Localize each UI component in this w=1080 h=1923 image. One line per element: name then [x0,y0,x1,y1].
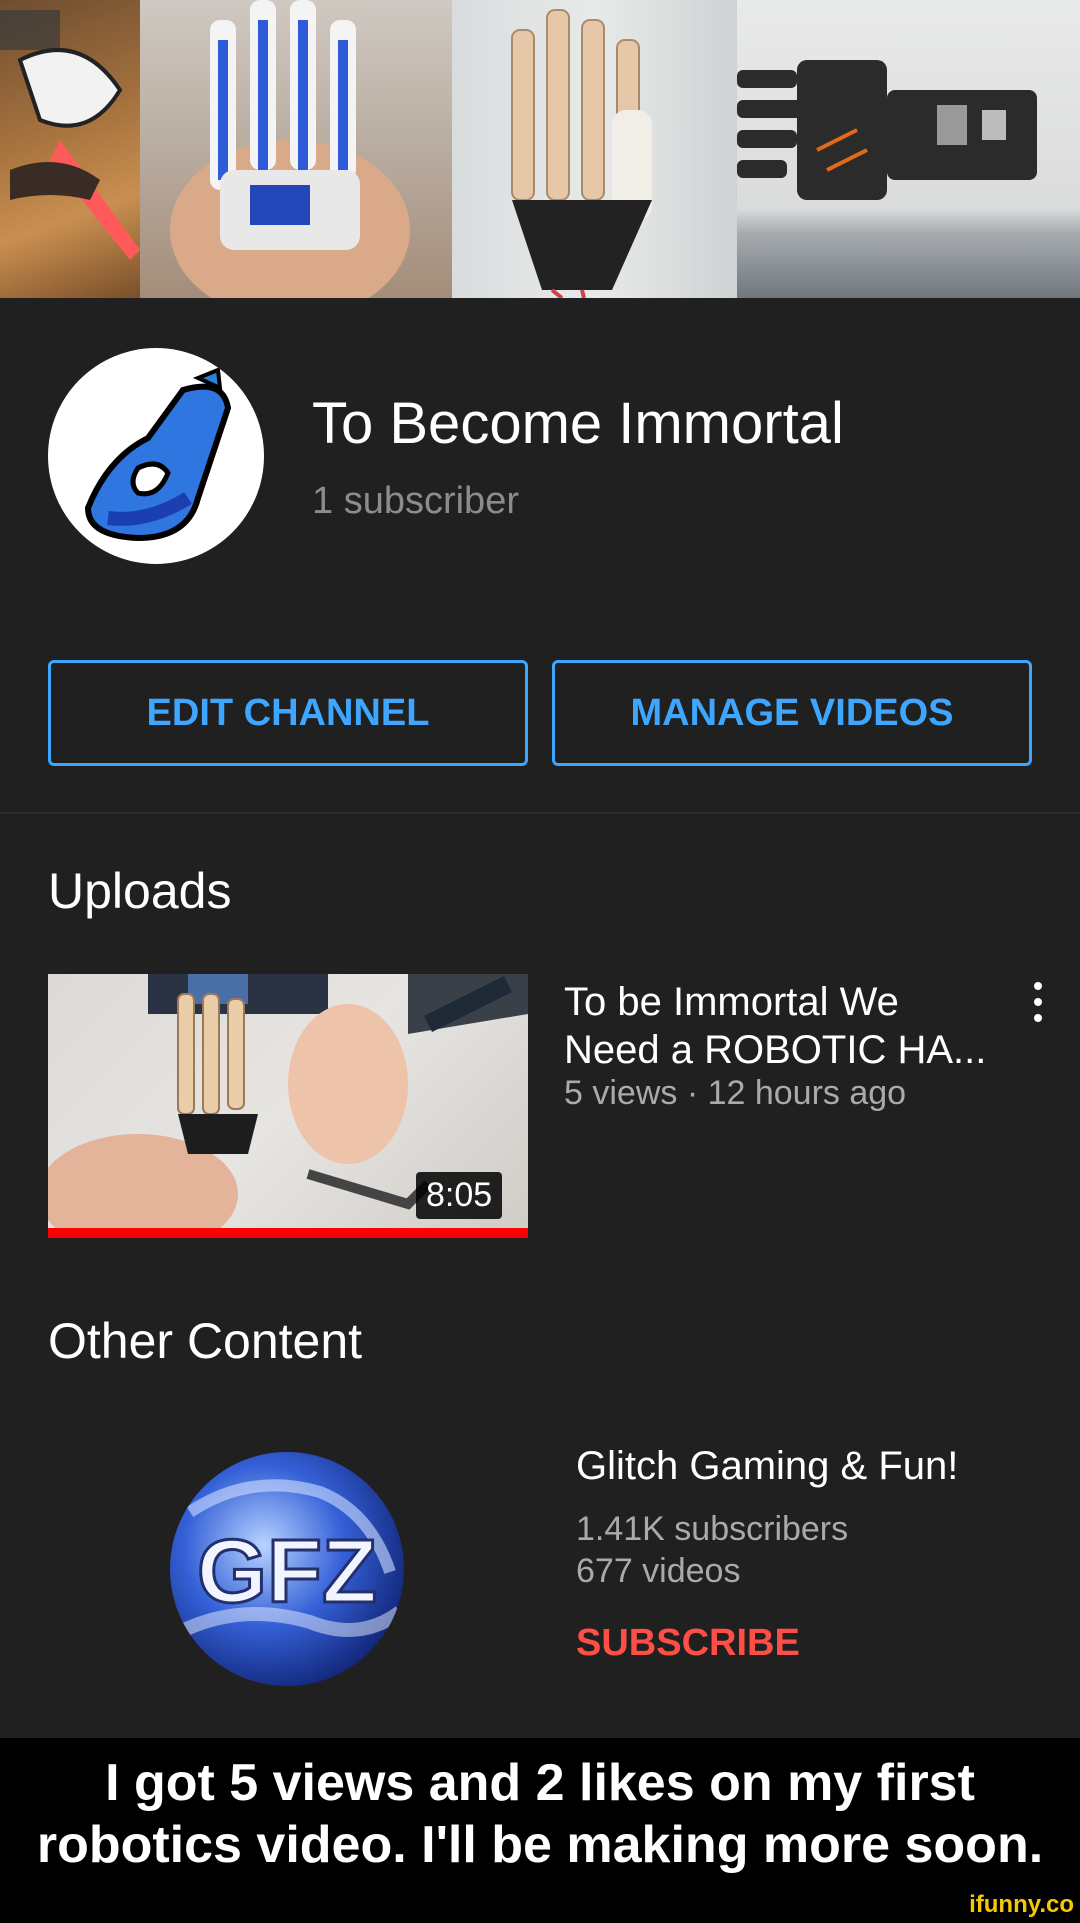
other-channel-avatar[interactable]: GFZ [170,1452,404,1686]
caption-text: I got 5 views and 2 likes on my first ro… [36,1754,1044,1874]
video-duration: 8:05 [416,1172,503,1219]
watch-progress-bar [48,1228,528,1238]
banner-photo-1 [0,0,140,298]
more-vert-icon[interactable] [1024,982,1052,1022]
subscribe-button[interactable]: SUBSCRIBE [576,1622,800,1665]
channel-avatar[interactable] [48,348,264,564]
manage-videos-button[interactable]: MANAGE VIDEOS [552,660,1032,766]
other-avatar-text: GFZ [197,1522,377,1622]
video-meta: 5 views · 12 hours ago [564,1074,907,1112]
uploads-heading: Uploads [48,863,232,919]
banner-photo-3 [452,0,737,298]
channel-title: To Become Immortal [312,391,844,456]
other-video-count: 677 videos [576,1552,741,1590]
channel-logo-icon [84,367,232,542]
banner-photo-2 [140,0,452,298]
other-subscriber-count: 1.41K subscribers [576,1510,849,1548]
channel-content [0,814,1080,1738]
meme-caption: I got 5 views and 2 likes on my first ro… [0,1738,1080,1923]
channel-banner [0,0,1080,298]
watermark: ifunny.co [969,1891,1074,1918]
video-title[interactable]: To be Immortal We Need a ROBOTIC HA... [564,978,1004,1074]
subscriber-count: 1 subscriber [312,480,519,522]
edit-channel-button[interactable]: EDIT CHANNEL [48,660,528,766]
other-content-heading: Other Content [48,1313,363,1369]
banner-photo-4 [737,0,1080,298]
other-channel-name[interactable]: Glitch Gaming & Fun! [576,1444,958,1489]
